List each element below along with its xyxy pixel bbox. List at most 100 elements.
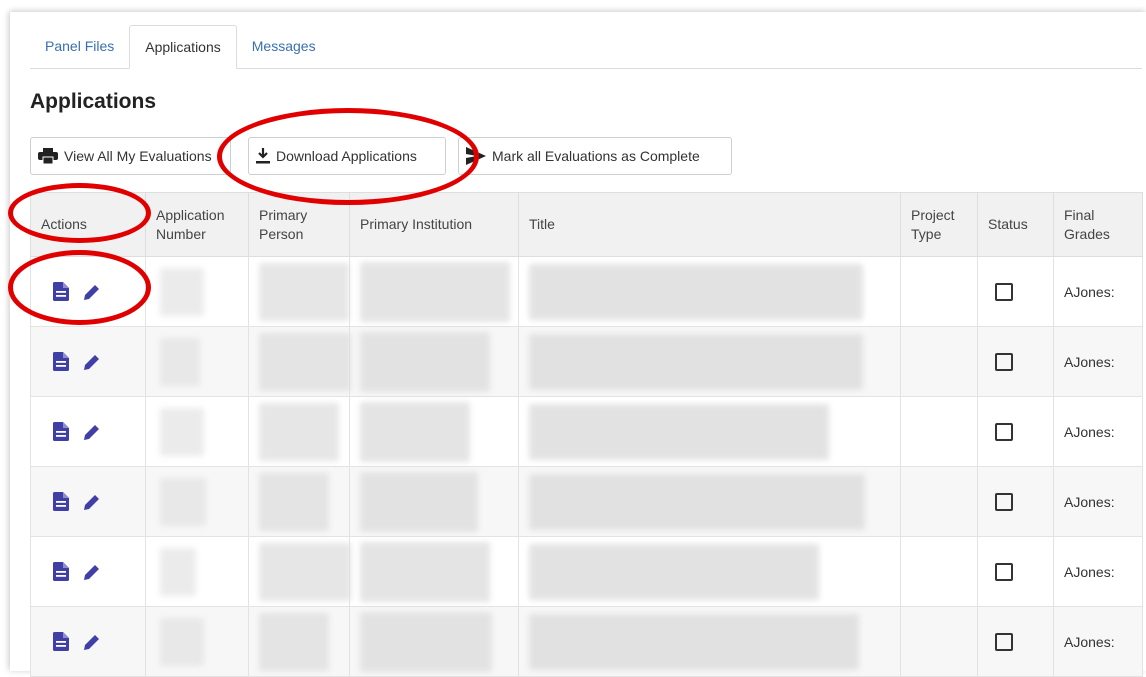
cell-primary-person xyxy=(248,466,350,537)
cell-status xyxy=(977,256,1054,327)
cell-primary-institution xyxy=(349,396,519,467)
cell-project-type xyxy=(900,606,978,677)
tab-panel-files[interactable]: Panel Files xyxy=(30,25,129,67)
row-actions xyxy=(30,466,146,537)
cell-project-type xyxy=(900,326,978,397)
edit-pencil-icon[interactable] xyxy=(84,284,100,300)
cell-application-number xyxy=(145,536,249,607)
row-actions xyxy=(30,256,146,327)
final-grade-text: AJones: xyxy=(1064,283,1115,300)
cell-status xyxy=(977,466,1054,537)
printer-icon xyxy=(38,148,58,164)
row-actions xyxy=(30,396,146,467)
final-grade-text: AJones: xyxy=(1064,563,1115,580)
cell-project-type xyxy=(900,536,978,607)
edit-pencil-icon[interactable] xyxy=(84,494,100,510)
final-grade-text: AJones: xyxy=(1064,353,1115,370)
cell-title xyxy=(518,326,901,397)
mark-all-complete-label: Mark all Evaluations as Complete xyxy=(492,148,700,164)
final-grade-text: AJones: xyxy=(1064,423,1115,440)
document-icon[interactable] xyxy=(53,422,69,441)
cell-application-number xyxy=(145,326,249,397)
tab-applications[interactable]: Applications xyxy=(129,25,237,69)
document-icon[interactable] xyxy=(53,562,69,581)
cell-status xyxy=(977,536,1054,607)
cell-primary-institution xyxy=(349,326,519,397)
cell-title xyxy=(518,606,901,677)
applications-table: Actions Application Number Primary Perso… xyxy=(30,192,1143,677)
table-row: AJones: xyxy=(30,606,1143,677)
view-all-evaluations-button[interactable]: View All My Evaluations xyxy=(30,137,231,175)
edit-pencil-icon[interactable] xyxy=(84,634,100,650)
cell-status xyxy=(977,396,1054,467)
cell-final-grades: AJones: xyxy=(1053,256,1143,327)
table-row: AJones: xyxy=(30,536,1143,607)
cell-application-number xyxy=(145,606,249,677)
cell-primary-institution xyxy=(349,466,519,537)
status-checkbox[interactable] xyxy=(995,282,1013,301)
status-checkbox[interactable] xyxy=(995,632,1013,651)
status-checkbox[interactable] xyxy=(995,352,1013,371)
cell-project-type xyxy=(900,396,978,467)
cell-final-grades: AJones: xyxy=(1053,606,1143,677)
cell-application-number xyxy=(145,466,249,537)
status-checkbox[interactable] xyxy=(995,422,1013,441)
header-primary-institution[interactable]: Primary Institution xyxy=(349,192,519,257)
cell-project-type xyxy=(900,256,978,327)
cell-final-grades: AJones: xyxy=(1053,466,1143,537)
table-row: AJones: xyxy=(30,466,1143,537)
cell-title xyxy=(518,466,901,537)
header-title[interactable]: Title xyxy=(518,192,901,257)
cell-primary-person xyxy=(248,326,351,397)
header-application-number[interactable]: Application Number xyxy=(145,192,249,257)
table-row: AJones: xyxy=(30,396,1143,467)
page-title: Applications xyxy=(30,90,157,113)
cell-final-grades: AJones: xyxy=(1053,326,1143,397)
edit-pencil-icon[interactable] xyxy=(84,354,100,370)
header-status[interactable]: Status xyxy=(977,192,1054,257)
edit-pencil-icon[interactable] xyxy=(84,424,100,440)
document-icon[interactable] xyxy=(53,492,69,511)
cell-primary-person xyxy=(248,606,350,677)
cell-title xyxy=(518,256,901,327)
cell-primary-institution xyxy=(349,606,519,677)
cell-primary-institution xyxy=(349,536,519,607)
cell-project-type xyxy=(900,466,978,537)
row-actions xyxy=(30,326,146,397)
cell-title xyxy=(518,396,901,467)
cell-title xyxy=(518,536,901,607)
cell-final-grades: AJones: xyxy=(1053,396,1143,467)
table-row: AJones: xyxy=(30,256,1143,327)
tab-messages[interactable]: Messages xyxy=(237,25,331,67)
cell-final-grades: AJones: xyxy=(1053,536,1143,607)
header-actions[interactable]: Actions xyxy=(30,192,146,257)
table-row: AJones: xyxy=(30,326,1143,397)
document-icon[interactable] xyxy=(53,352,69,371)
row-actions xyxy=(30,606,146,677)
tab-bar: Panel Files Applications Messages xyxy=(30,25,1142,69)
download-applications-button[interactable]: Download Applications xyxy=(248,137,446,175)
download-icon xyxy=(256,148,270,164)
cell-application-number xyxy=(145,396,249,467)
download-applications-label: Download Applications xyxy=(276,148,417,164)
table-header-row: Actions Application Number Primary Perso… xyxy=(30,192,1143,257)
document-icon[interactable] xyxy=(53,632,69,651)
status-checkbox[interactable] xyxy=(995,562,1013,581)
cell-primary-person xyxy=(248,536,351,607)
cell-primary-person xyxy=(248,256,350,327)
cell-primary-institution xyxy=(349,256,519,327)
header-primary-person[interactable]: Primary Person xyxy=(248,192,350,257)
final-grade-text: AJones: xyxy=(1064,633,1115,650)
row-actions xyxy=(30,536,146,607)
status-checkbox[interactable] xyxy=(995,492,1013,511)
header-final-grades[interactable]: Final Grades xyxy=(1053,192,1143,257)
header-project-type[interactable]: Project Type xyxy=(900,192,978,257)
mark-all-complete-button[interactable]: Mark all Evaluations as Complete xyxy=(458,137,732,175)
view-all-evaluations-label: View All My Evaluations xyxy=(64,148,212,164)
edit-pencil-icon[interactable] xyxy=(84,564,100,580)
cell-status xyxy=(977,326,1054,397)
document-icon[interactable] xyxy=(53,282,69,301)
cell-primary-person xyxy=(248,396,350,467)
send-icon xyxy=(466,147,486,165)
cell-application-number xyxy=(145,256,249,327)
